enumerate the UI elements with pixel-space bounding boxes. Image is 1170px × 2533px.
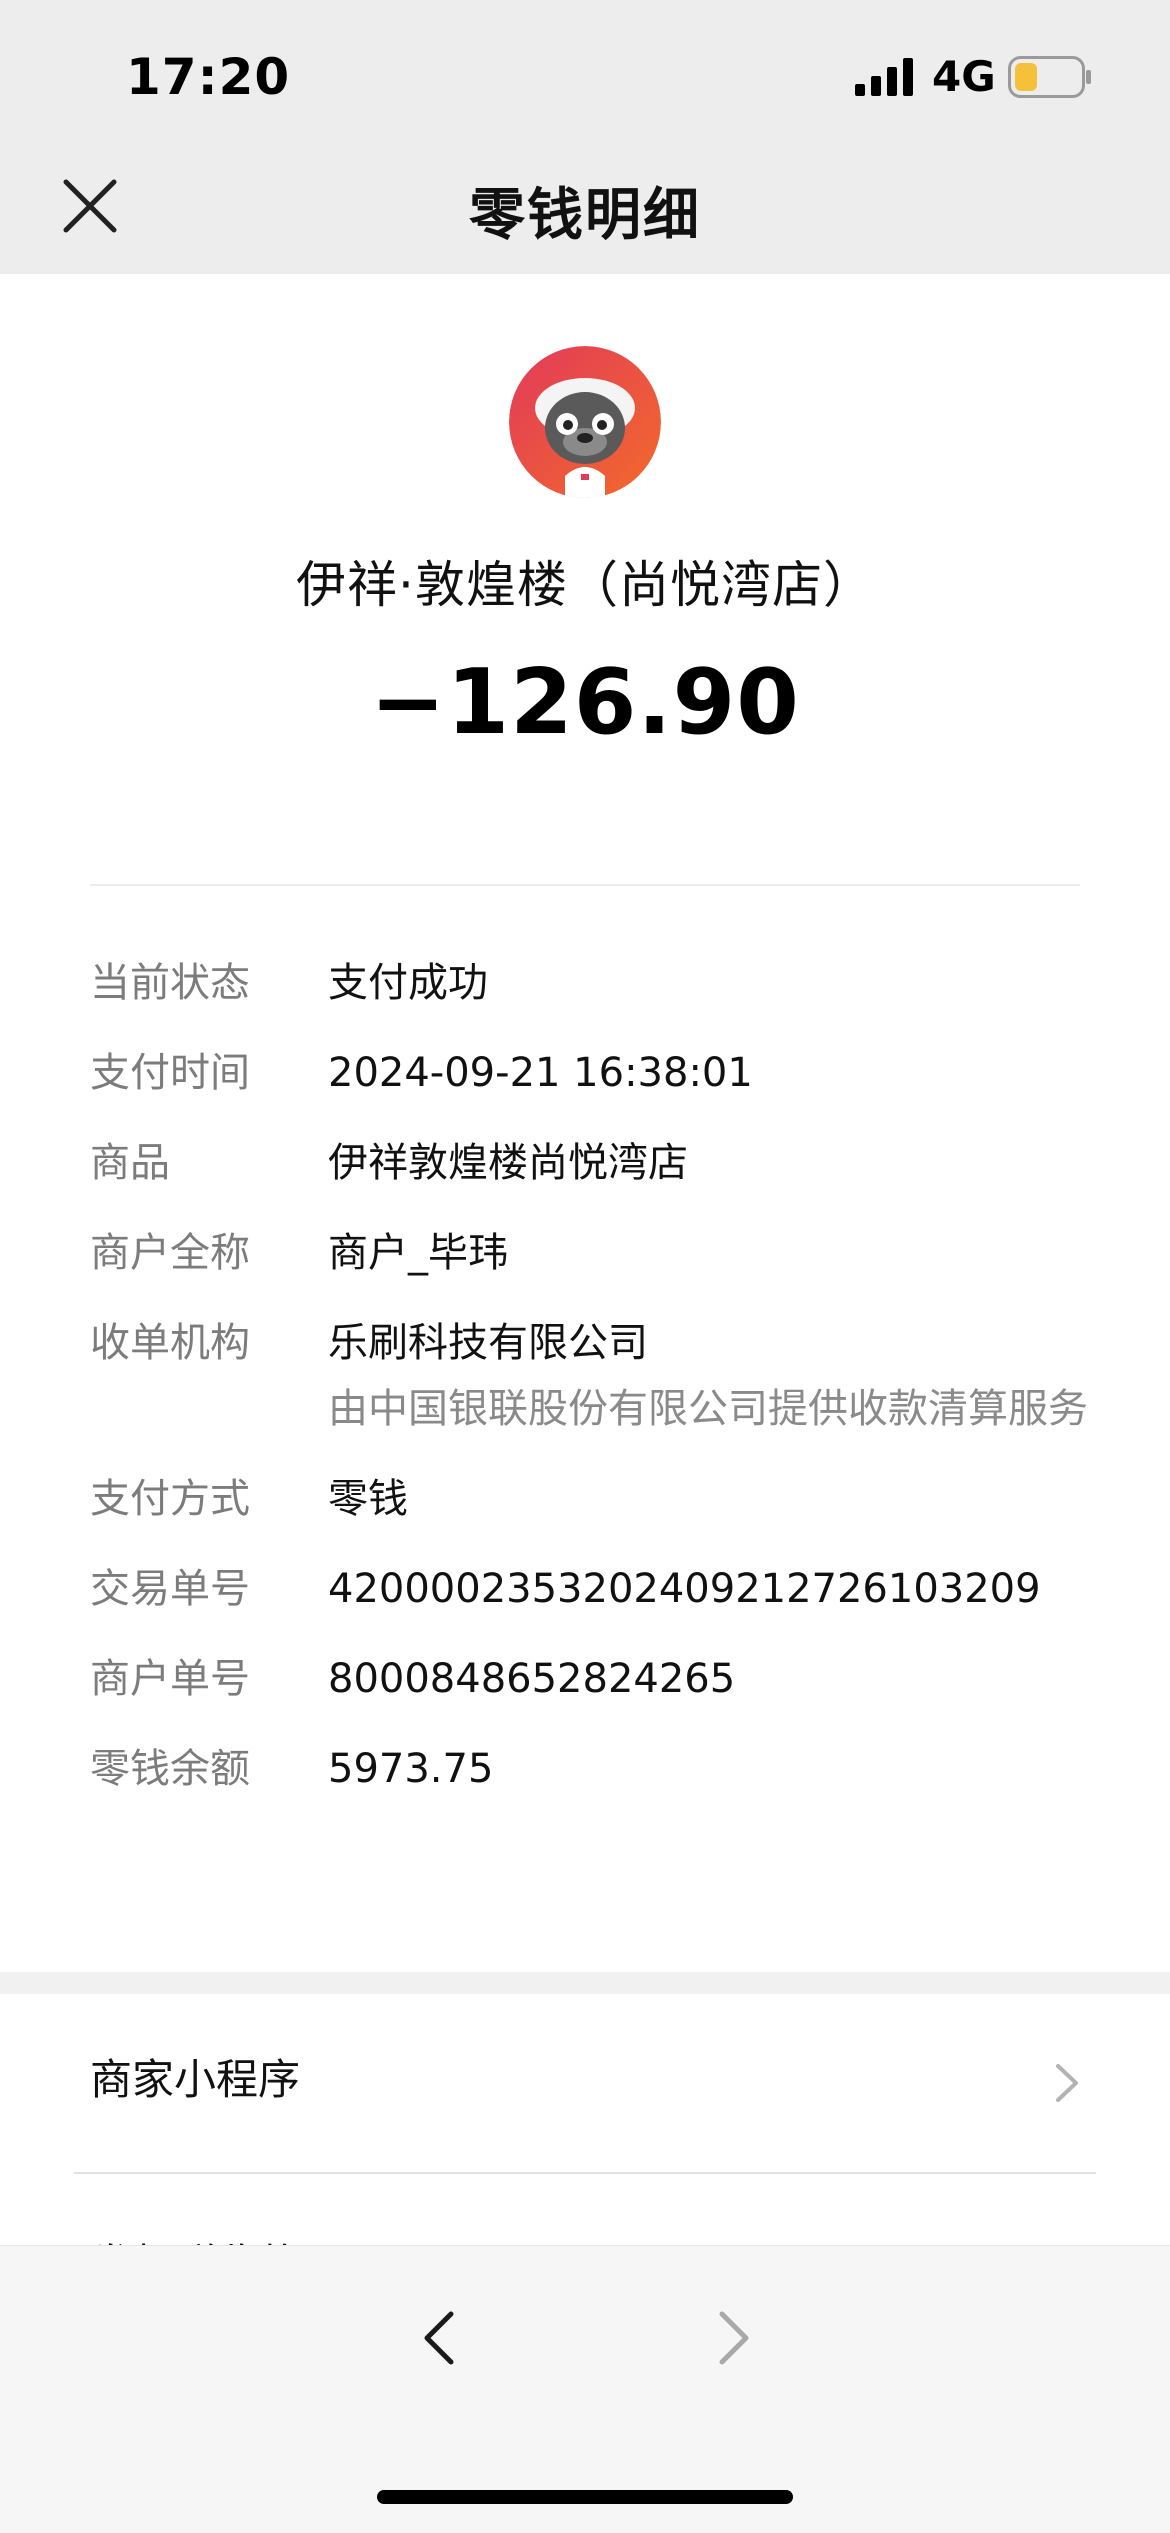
detail-row-merchant-order-id: 商户单号 8000848652824265 — [90, 1646, 1090, 1712]
payment-amount: −126.90 — [370, 650, 800, 755]
detail-row-time: 支付时间 2024-09-21 16:38:01 — [90, 1040, 1090, 1106]
detail-value: 2024-09-21 16:38:01 — [328, 1050, 753, 1096]
merchant-name: 伊祥·敦煌楼（尚悦湾店） — [296, 556, 874, 614]
detail-label: 交易单号 — [90, 1566, 250, 1612]
detail-value: 乐刷科技有限公司 由中国银联股份有限公司提供收款清算服务 — [328, 1310, 1090, 1442]
detail-row-acquirer: 收单机构 乐刷科技有限公司 由中国银联股份有限公司提供收款清算服务 — [90, 1310, 1090, 1442]
detail-row-balance: 零钱余额 5973.75 — [90, 1736, 1090, 1802]
chevron-right-icon[interactable] — [708, 2310, 758, 2366]
detail-row-product: 商品 伊祥敦煌楼尚悦湾店 — [90, 1130, 1090, 1196]
detail-label: 商品 — [90, 1140, 170, 1186]
detail-label: 收单机构 — [90, 1320, 250, 1366]
detail-label: 当前状态 — [90, 960, 250, 1006]
network-type: 4G — [932, 52, 996, 101]
detail-row-transaction-id: 交易单号 4200002353202409212726103209 — [90, 1556, 1090, 1622]
chevron-right-icon[interactable] — [1054, 2062, 1080, 2104]
section-separator — [0, 1972, 1170, 1994]
chevron-left-icon[interactable] — [415, 2310, 465, 2366]
acquirer-name: 乐刷科技有限公司 — [328, 1320, 648, 1366]
detail-row-merchant-fullname: 商户全称 商户_毕玮 — [90, 1220, 1090, 1286]
detail-value[interactable]: 4200002353202409212726103209 — [328, 1556, 1090, 1622]
page-title: 零钱明细 — [469, 183, 701, 248]
divider — [74, 2172, 1096, 2174]
divider — [90, 884, 1080, 886]
merchant-avatar — [509, 346, 661, 498]
detail-value: 支付成功 — [328, 960, 488, 1006]
detail-label: 零钱余额 — [90, 1746, 250, 1792]
top-bar: 17:20 4G 零钱明细 — [0, 0, 1170, 274]
detail-value: 商户_毕玮 — [328, 1230, 508, 1276]
detail-list: 当前状态 支付成功 支付时间 2024-09-21 16:38:01 商品 伊祥… — [90, 950, 1090, 1826]
acquirer-note: 由中国银联股份有限公司提供收款清算服务 — [328, 1386, 1088, 1432]
detail-label: 商户单号 — [90, 1656, 250, 1702]
detail-value: 伊祥敦煌楼尚悦湾店 — [328, 1140, 688, 1186]
mini-program-row[interactable]: 商家小程序 — [90, 2040, 1090, 2120]
detail-value: 5973.75 — [328, 1746, 494, 1792]
detail-value: 零钱 — [328, 1476, 408, 1522]
detail-row-payment-method: 支付方式 零钱 — [90, 1466, 1090, 1532]
status-time: 17:20 — [126, 48, 291, 106]
detail-value[interactable]: 8000848652824265 — [328, 1646, 1090, 1712]
battery-icon — [1008, 56, 1091, 98]
home-indicator — [377, 2490, 793, 2504]
detail-row-status: 当前状态 支付成功 — [90, 950, 1090, 1016]
detail-label: 支付方式 — [90, 1476, 250, 1522]
cellular-signal-icon — [855, 58, 913, 96]
detail-label: 支付时间 — [90, 1050, 250, 1096]
detail-label: 商户全称 — [90, 1230, 250, 1276]
